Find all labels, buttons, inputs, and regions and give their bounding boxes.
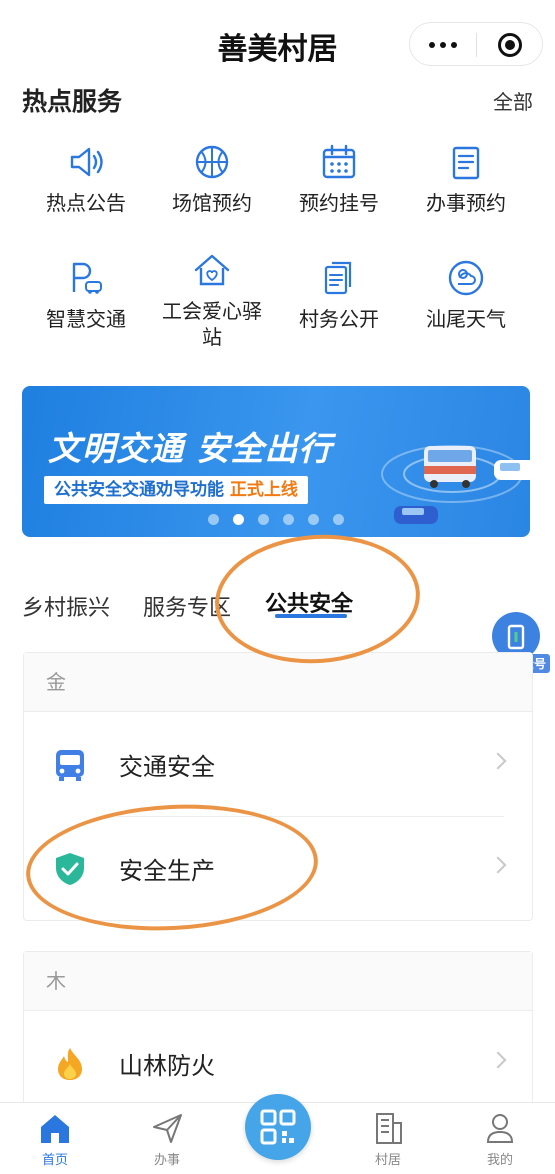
service-label: 汕尾天气 <box>426 307 506 331</box>
more-options-button[interactable] <box>410 23 476 67</box>
more-dot-icon <box>429 42 435 48</box>
banner-subline: 公共安全交通劝导功能 正式上线 <box>44 476 308 504</box>
weather-icon <box>448 260 484 296</box>
fire-icon <box>58 1048 82 1080</box>
calendar-icon <box>322 144 356 179</box>
list-item-label: 安全生产 <box>119 857 215 885</box>
service-label: 智慧交通 <box>46 307 126 331</box>
document-icon <box>324 261 352 295</box>
list-item-label: 山林防火 <box>119 1052 215 1080</box>
carousel-dot[interactable] <box>308 514 319 525</box>
service-smart-traffic[interactable]: 智慧交通 <box>22 258 150 332</box>
top-bar: 善美村居 <box>0 0 555 84</box>
card-header: 木 <box>24 952 532 1011</box>
hot-services-title: 热点服务 <box>22 87 123 116</box>
building-icon <box>376 1113 402 1144</box>
nav-home[interactable]: 首页 <box>15 1111 95 1168</box>
qr-scan-icon <box>260 1109 296 1145</box>
carousel-dot[interactable] <box>208 514 219 525</box>
carousel-dot[interactable] <box>258 514 269 525</box>
promo-banner[interactable]: 文明交通 安全出行 公共安全交通劝导功能 正式上线 <box>22 386 530 537</box>
service-registration[interactable]: 预约挂号 <box>275 142 403 216</box>
service-hot-announcement[interactable]: 热点公告 <box>22 142 150 216</box>
user-icon <box>486 1114 514 1143</box>
category-card-metal: 金 交通安全 安全生产 <box>23 652 533 921</box>
mini-program-capsule <box>409 22 543 66</box>
chevron-right-icon <box>489 856 507 874</box>
banner-subline-text: 公共安全交通劝导功能 <box>54 480 230 500</box>
service-label: 预约挂号 <box>299 191 379 215</box>
home-icon <box>41 1115 69 1143</box>
chevron-right-icon <box>489 752 507 770</box>
scan-qr-button[interactable] <box>245 1094 311 1160</box>
shield-check-icon <box>56 853 84 885</box>
tab-service-zone[interactable]: 服务专区 <box>143 590 231 622</box>
list-item-traffic-safety[interactable]: 交通安全 <box>24 712 532 816</box>
house-heart-icon <box>194 254 230 286</box>
service-union-station[interactable]: 工会爱心驿站 <box>148 250 276 350</box>
traffic-illustration <box>381 445 530 524</box>
nav-village[interactable]: 村居 <box>348 1111 428 1168</box>
parking-car-icon <box>72 262 102 294</box>
active-tab-indicator <box>275 614 347 618</box>
service-venue-booking[interactable]: 场馆预约 <box>148 142 276 216</box>
nav-label: 我的 <box>486 1153 513 1168</box>
service-affairs-booking[interactable]: 办事预约 <box>402 142 530 216</box>
service-label: 村务公开 <box>299 307 379 331</box>
nav-label: 办事 <box>153 1153 180 1168</box>
banner-subline-highlight: 正式上线 <box>229 480 298 500</box>
chevron-right-icon <box>489 1051 507 1069</box>
banner-headline: 文明交通 安全出行 <box>48 429 333 468</box>
service-village-affairs[interactable]: 村务公开 <box>275 258 403 332</box>
nav-mine[interactable]: 我的 <box>460 1111 540 1168</box>
service-label: 热点公告 <box>46 191 126 215</box>
basketball-icon <box>195 145 229 179</box>
bus-icon <box>56 750 84 781</box>
list-item-label: 交通安全 <box>119 753 215 781</box>
more-dot-icon <box>451 42 457 48</box>
card-header: 金 <box>24 653 532 712</box>
service-label: 场馆预约 <box>172 191 252 215</box>
nav-label: 首页 <box>41 1153 68 1168</box>
service-label: 工会爱心驿站 <box>162 299 262 349</box>
view-all-link[interactable]: 全部 <box>493 86 533 115</box>
target-dot <box>505 40 515 50</box>
more-dot-icon <box>440 42 446 48</box>
tab-rural-revitalization[interactable]: 乡村振兴 <box>22 590 110 622</box>
speaker-icon <box>70 147 103 177</box>
carousel-dot[interactable] <box>283 514 294 525</box>
close-mini-program-button[interactable] <box>477 23 543 67</box>
carousel-dot[interactable] <box>333 514 344 525</box>
service-weather[interactable]: 汕尾天气 <box>402 258 530 332</box>
list-item-production-safety[interactable]: 安全生产 <box>24 816 532 920</box>
carousel-indicator <box>208 510 358 529</box>
send-icon <box>153 1114 182 1143</box>
nav-affairs[interactable]: 办事 <box>127 1111 207 1168</box>
nav-label: 村居 <box>374 1153 401 1168</box>
carousel-dot-active[interactable] <box>233 514 244 525</box>
notepad-icon <box>452 146 480 180</box>
service-label: 办事预约 <box>426 191 506 215</box>
